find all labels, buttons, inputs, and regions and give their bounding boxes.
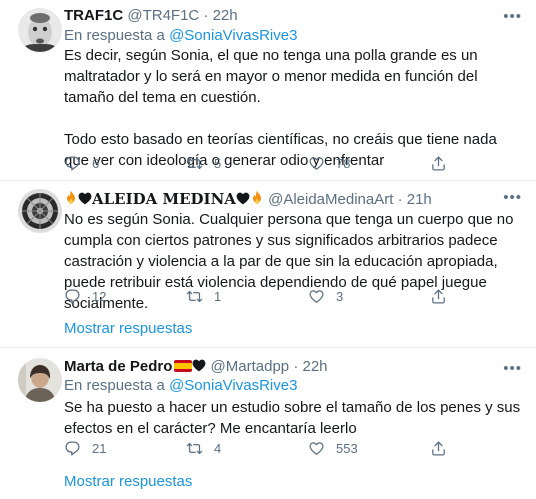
more-icon[interactable]: ••• <box>503 190 522 205</box>
like-count: 78 <box>336 155 351 171</box>
tweet-marta-de-pedro[interactable]: Marta de Pedro @Martadpp · 22h ••• En re… <box>0 348 536 499</box>
reply-context: En respuesta a @SoniaVivasRive3 <box>64 376 297 396</box>
share-icon <box>430 440 458 457</box>
more-icon[interactable]: ••• <box>503 9 522 24</box>
retweet-icon <box>186 440 214 457</box>
handle[interactable]: @TR4F1C <box>127 7 199 24</box>
like-button[interactable]: 78 <box>308 153 350 173</box>
retweet-icon <box>186 155 214 172</box>
reply-icon <box>64 288 92 305</box>
separator: · <box>397 191 403 208</box>
retweet-button[interactable]: 5 <box>186 153 221 173</box>
reply-mention-link[interactable]: @SoniaVivasRive3 <box>169 377 297 394</box>
black-heart-emoji-icon <box>78 192 92 205</box>
show-replies-link[interactable]: Mostrar respuestas <box>64 472 192 492</box>
reply-button[interactable]: 21 <box>64 438 106 458</box>
reply-prefix: En respuesta a <box>64 377 165 394</box>
avatar[interactable] <box>18 189 62 233</box>
display-name[interactable]: Marta de Pedro <box>64 358 172 375</box>
action-bar: 21 4 553 <box>64 438 524 458</box>
handle[interactable]: @AleidaMedinaArt <box>268 191 393 208</box>
retweet-count: 4 <box>214 440 222 456</box>
separator: · <box>203 7 209 24</box>
avatar[interactable] <box>18 8 62 52</box>
timestamp[interactable]: 22h <box>303 358 328 375</box>
action-bar: 12 1 3 <box>64 286 524 306</box>
black-heart-emoji-icon <box>236 192 250 205</box>
reply-icon <box>64 440 92 457</box>
black-heart-emoji-icon <box>192 359 206 372</box>
like-icon <box>308 288 336 305</box>
timestamp[interactable]: 22h <box>213 7 238 24</box>
retweet-count: 5 <box>214 155 222 171</box>
separator: · <box>293 358 299 375</box>
reply-mention-link[interactable]: @SoniaVivasRive3 <box>169 27 297 44</box>
retweet-button[interactable]: 1 <box>186 286 221 306</box>
fire-emoji-icon <box>64 190 78 206</box>
like-icon <box>308 155 336 172</box>
retweet-count: 1 <box>214 288 222 304</box>
like-button[interactable]: 553 <box>308 438 358 458</box>
share-icon <box>430 288 458 305</box>
reply-count: 6 <box>92 155 100 171</box>
avatar[interactable] <box>18 358 62 402</box>
share-icon <box>430 155 458 172</box>
tweet-text: Se ha puesto a hacer un estudio sobre el… <box>64 399 525 437</box>
display-name[interactable]: TRAF1C <box>64 7 123 24</box>
like-icon <box>308 440 336 457</box>
fire-emoji-icon <box>250 190 264 206</box>
spain-flag-icon <box>174 360 193 372</box>
share-button[interactable] <box>430 153 458 173</box>
reply-count: 12 <box>92 288 107 304</box>
like-count: 3 <box>336 288 344 304</box>
share-button[interactable] <box>430 286 458 306</box>
retweet-icon <box>186 288 214 305</box>
timestamp[interactable]: 21h <box>407 191 432 208</box>
like-count: 553 <box>336 440 358 456</box>
like-button[interactable]: 3 <box>308 286 343 306</box>
more-icon[interactable]: ••• <box>503 361 522 376</box>
tweet-header: ALEIDA MEDINA @AleidaMedinaArt · 21h <box>64 189 432 210</box>
reply-context: En respuesta a @SoniaVivasRive3 <box>64 26 297 46</box>
reply-icon <box>64 155 92 172</box>
reply-button[interactable]: 12 <box>64 286 106 306</box>
tweet-header: Marta de Pedro @Martadpp · 22h <box>64 357 328 377</box>
handle[interactable]: @Martadpp <box>211 358 290 375</box>
tweet-traf1c[interactable]: TRAF1C @TR4F1C · 22h ••• En respuesta a … <box>0 0 536 180</box>
reply-prefix: En respuesta a <box>64 27 165 44</box>
tweet-aleida-medina[interactable]: ALEIDA MEDINA @AleidaMedinaArt · 21h •••… <box>0 181 536 347</box>
reply-button[interactable]: 6 <box>64 153 99 173</box>
reply-count: 21 <box>92 440 107 456</box>
share-button[interactable] <box>430 438 458 458</box>
display-name[interactable]: ALEIDA MEDINA <box>92 190 236 208</box>
action-bar: 6 5 78 <box>64 153 524 173</box>
retweet-button[interactable]: 4 <box>186 438 221 458</box>
show-replies-link[interactable]: Mostrar respuestas <box>64 319 192 339</box>
tweet-header: TRAF1C @TR4F1C · 22h <box>64 6 238 26</box>
